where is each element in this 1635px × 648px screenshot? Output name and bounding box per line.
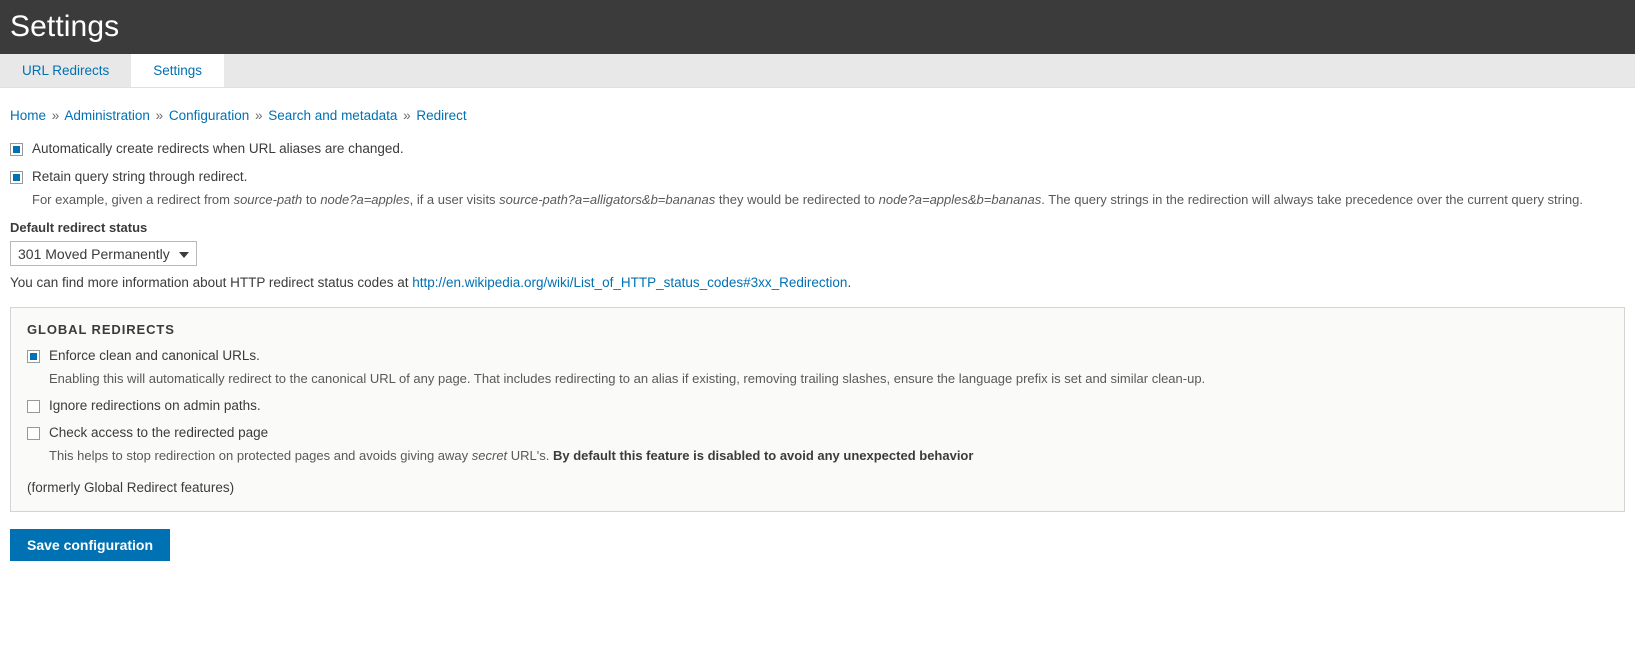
- checkbox-ignore-admin-paths[interactable]: [27, 400, 40, 413]
- breadcrumb-separator: »: [403, 108, 411, 123]
- checkbox-retain-query-string[interactable]: [10, 171, 23, 184]
- checkbox-check-access[interactable]: [27, 427, 40, 440]
- form-item-default-status: Default redirect status 301 Moved Perman…: [10, 220, 1625, 290]
- breadcrumb-separator: »: [155, 108, 164, 123]
- breadcrumb-item-search-and-metadata[interactable]: Search and metadata: [268, 108, 397, 123]
- tab-settings-label: Settings: [153, 63, 203, 78]
- main-content: Home » Administration » Configuration » …: [0, 88, 1635, 561]
- checkbox-enforce-canonical-urls-label[interactable]: Enforce clean and canonical URLs.: [49, 348, 260, 364]
- breadcrumb: Home » Administration » Configuration » …: [10, 88, 1625, 129]
- tab-url-redirects[interactable]: URL Redirects: [0, 54, 132, 87]
- form-item-check-access: Check access to the redirected page This…: [27, 425, 1608, 464]
- global-redirects-fieldset: Global redirects Enforce clean and canon…: [10, 307, 1625, 512]
- form-actions: Save configuration: [10, 529, 1625, 561]
- help-suffix: .: [847, 275, 852, 290]
- checkbox-row-auto-create: Automatically create redirects when URL …: [10, 141, 1625, 157]
- checkbox-enforce-canonical-urls[interactable]: [27, 350, 40, 363]
- checkbox-row-retain-query: Retain query string through redirect.: [10, 169, 1625, 185]
- checkbox-row-check-access: Check access to the redirected page: [27, 425, 1608, 441]
- global-redirects-legend: Global redirects: [27, 322, 175, 337]
- global-redirects-note: (formerly Global Redirect features): [27, 480, 235, 495]
- breadcrumb-item-redirect[interactable]: Redirect: [416, 108, 466, 123]
- check-access-description: This helps to stop redirection on protec…: [49, 448, 974, 463]
- breadcrumb-item-configuration[interactable]: Configuration: [169, 108, 249, 123]
- form-item-ignore-admin: Ignore redirections on admin paths.: [27, 398, 1608, 414]
- breadcrumb-item-administration[interactable]: Administration: [64, 108, 150, 123]
- default-redirect-status-select[interactable]: 301 Moved Permanently: [10, 241, 197, 266]
- form-item-enforce-canonical: Enforce clean and canonical URLs. Enabli…: [27, 348, 1608, 387]
- tab-url-redirects-label: URL Redirects: [22, 63, 110, 78]
- breadcrumb-separator: »: [51, 108, 60, 123]
- default-redirect-status-help: You can find more information about HTTP…: [10, 275, 1625, 290]
- checkbox-row-enforce-canonical: Enforce clean and canonical URLs.: [27, 348, 1608, 364]
- help-prefix: You can find more information about HTTP…: [10, 275, 413, 290]
- checkbox-row-ignore-admin: Ignore redirections on admin paths.: [27, 398, 1608, 414]
- tab-settings[interactable]: Settings: [131, 54, 225, 87]
- page-title: Settings: [10, 10, 120, 43]
- enforce-canonical-description: Enabling this will automatically redirec…: [49, 371, 1206, 386]
- checkbox-check-access-label[interactable]: Check access to the redirected page: [49, 425, 268, 441]
- save-configuration-button[interactable]: Save configuration: [10, 529, 171, 561]
- http-status-codes-link[interactable]: http://en.wikipedia.org/wiki/List_of_HTT…: [412, 275, 847, 290]
- breadcrumb-separator: »: [254, 108, 263, 123]
- checkbox-auto-create-redirects-label[interactable]: Automatically create redirects when URL …: [32, 141, 404, 157]
- default-redirect-status-label: Default redirect status: [10, 220, 148, 235]
- default-redirect-status-value: 301 Moved Permanently: [18, 245, 170, 262]
- retain-query-description: For example, given a redirect from sourc…: [32, 192, 1583, 207]
- checkbox-auto-create-redirects[interactable]: [10, 143, 23, 156]
- breadcrumb-item-home[interactable]: Home: [10, 108, 46, 123]
- checkbox-ignore-admin-paths-label[interactable]: Ignore redirections on admin paths.: [49, 398, 261, 414]
- form-item-auto-create: Automatically create redirects when URL …: [10, 141, 1625, 157]
- checkbox-retain-query-string-label[interactable]: Retain query string through redirect.: [32, 169, 247, 185]
- default-redirect-status-select-wrap: 301 Moved Permanently: [10, 241, 197, 266]
- page-header: Settings: [0, 0, 1635, 54]
- primary-tabs: URL Redirects Settings: [0, 54, 1635, 88]
- form-item-retain-query: Retain query string through redirect. Fo…: [10, 169, 1625, 208]
